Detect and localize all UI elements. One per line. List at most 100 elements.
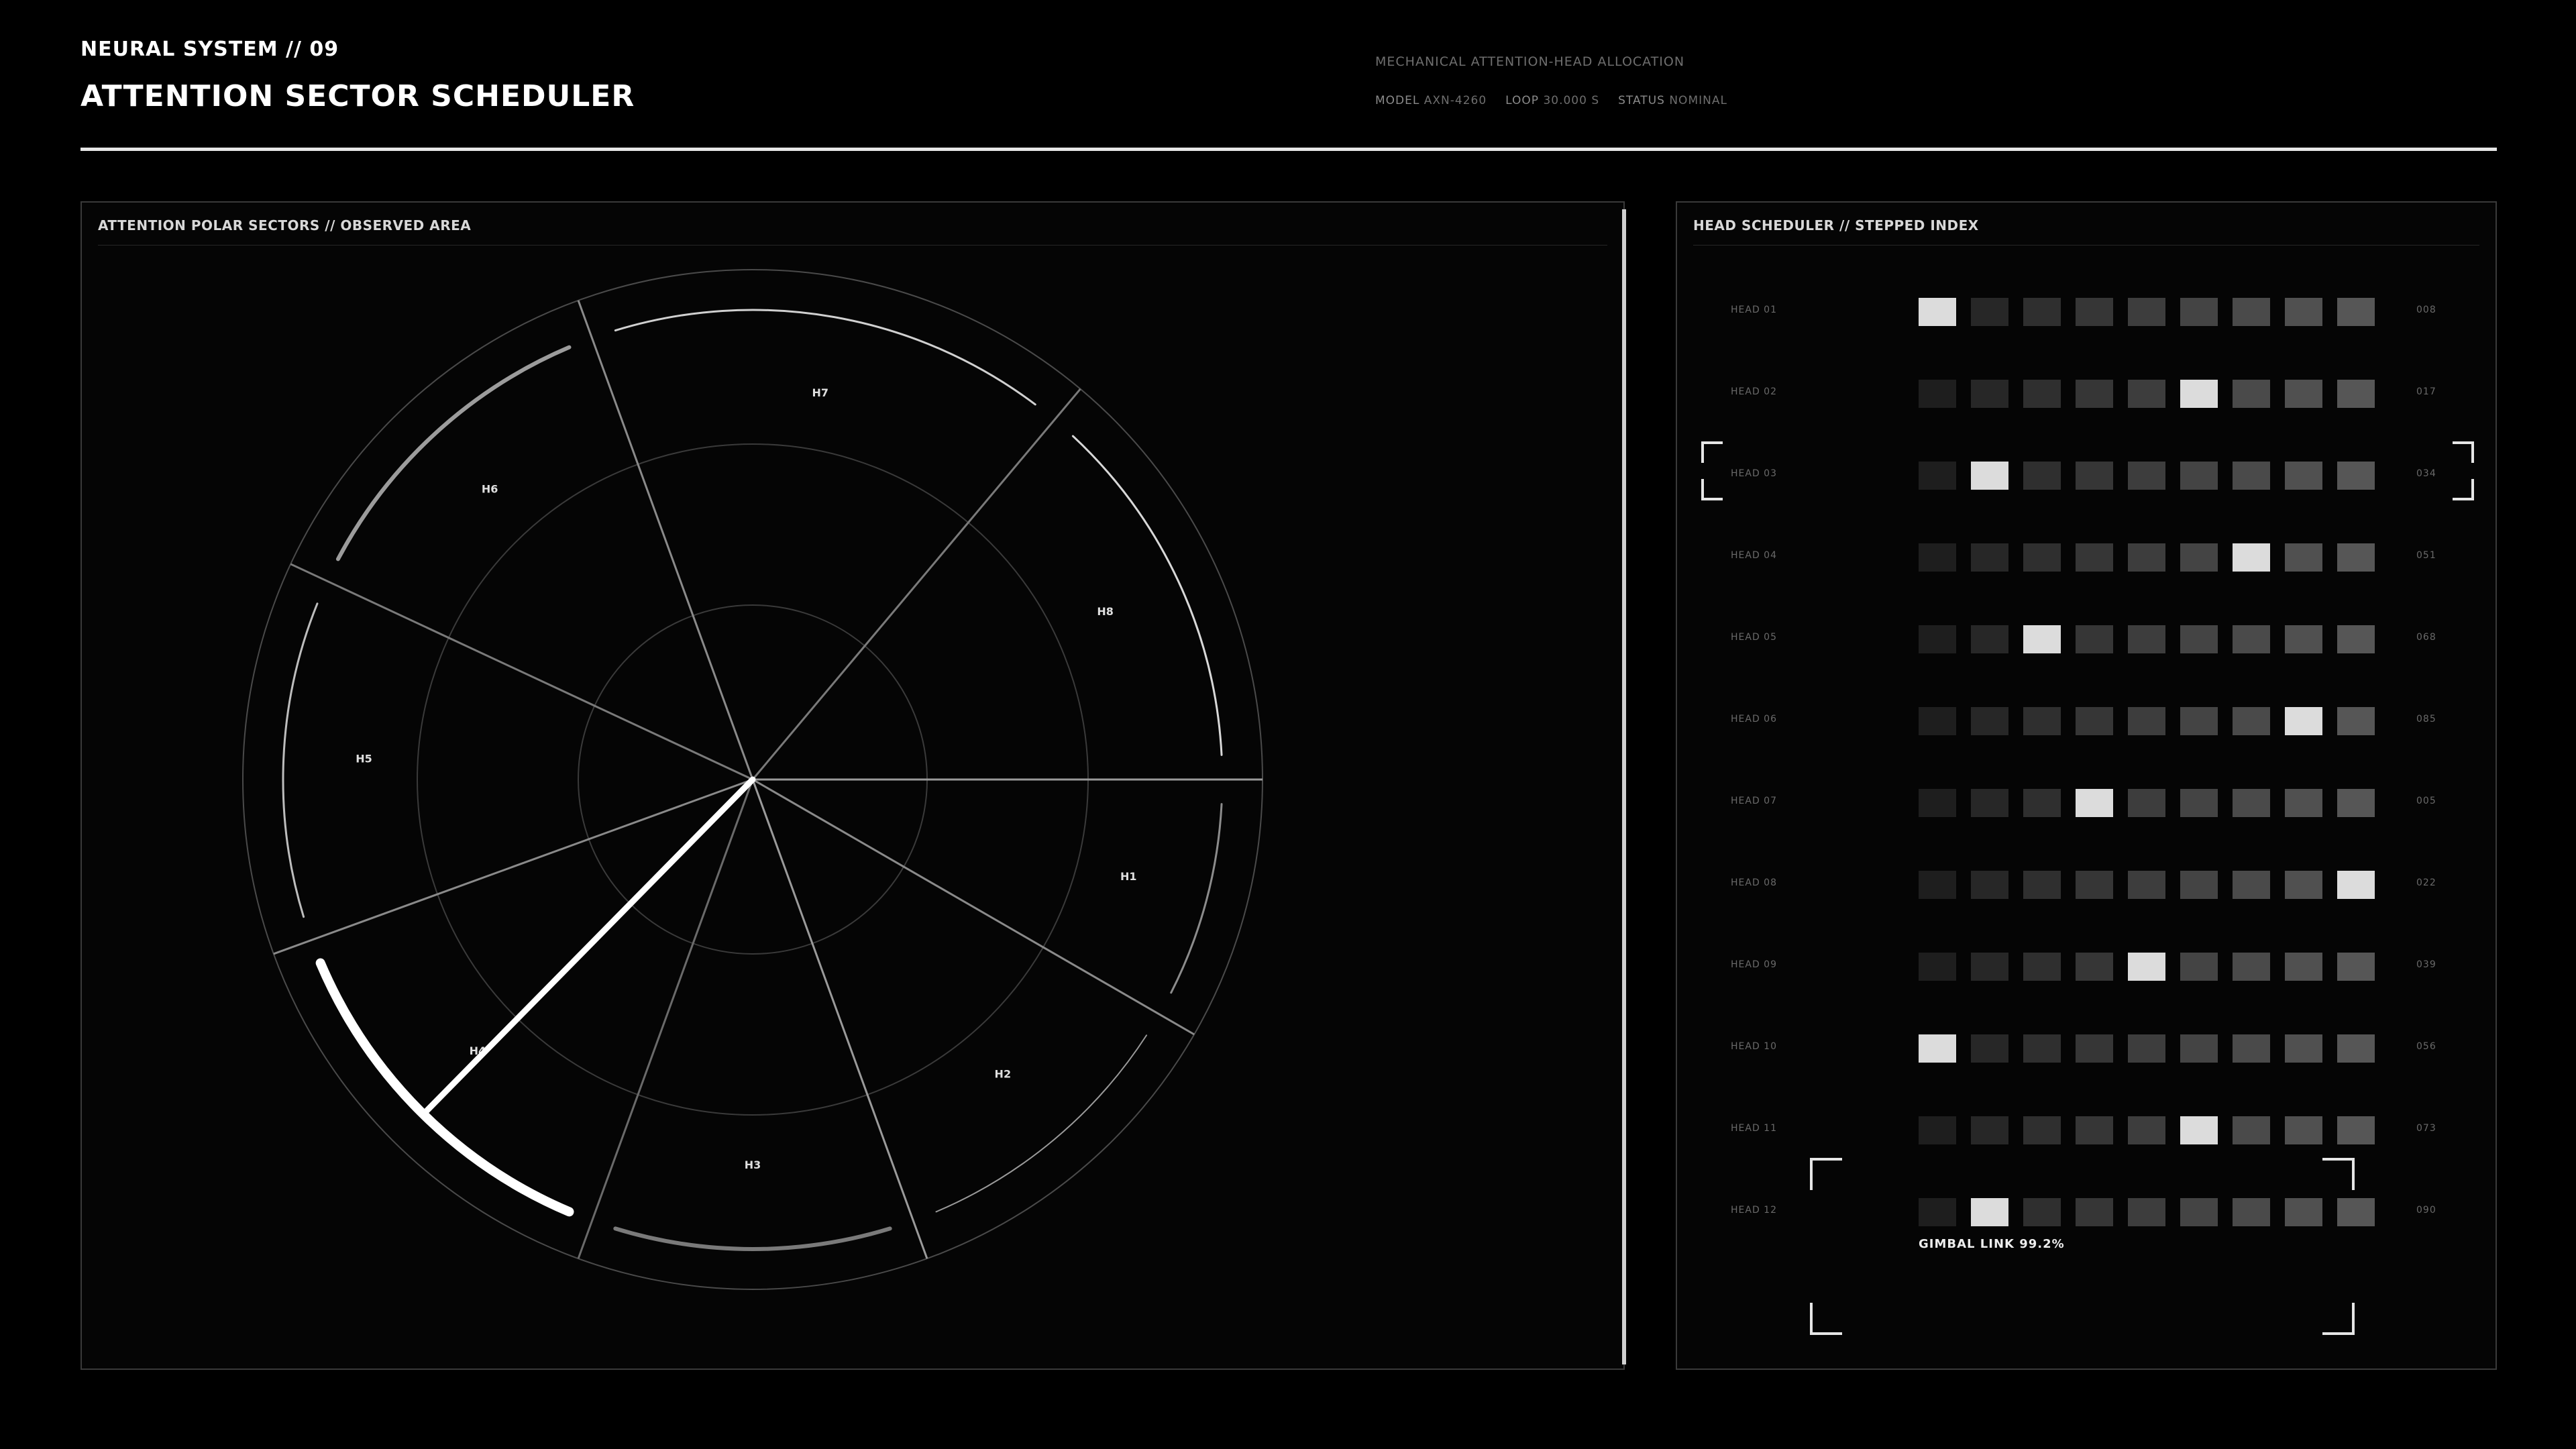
step-cell[interactable] (2128, 1116, 2165, 1144)
head-row[interactable]: HEAD 12 090 (1677, 1191, 2498, 1232)
step-cell-active[interactable] (1971, 1198, 2008, 1226)
step-cell[interactable] (1919, 462, 1956, 490)
step-cell[interactable] (2233, 871, 2270, 899)
step-cell[interactable] (2180, 871, 2218, 899)
step-cell[interactable] (2285, 1034, 2322, 1063)
step-cell[interactable] (2285, 543, 2322, 572)
step-cell[interactable] (1919, 1116, 1956, 1144)
step-cell[interactable] (1919, 1198, 1956, 1226)
step-cell[interactable] (2180, 953, 2218, 981)
step-cell-active[interactable] (1971, 462, 2008, 490)
step-cell[interactable] (2023, 298, 2061, 326)
step-cell[interactable] (2337, 1034, 2375, 1063)
head-row[interactable]: HEAD 04 051 (1677, 537, 2498, 577)
step-cell[interactable] (2023, 953, 2061, 981)
step-cell-active[interactable] (1919, 1034, 1956, 1063)
step-cell[interactable] (2023, 789, 2061, 817)
step-cell[interactable] (2233, 380, 2270, 408)
step-cell[interactable] (1919, 871, 1956, 899)
step-cell[interactable] (2233, 789, 2270, 817)
step-cell-active[interactable] (2285, 707, 2322, 735)
step-cell-active[interactable] (2023, 625, 2061, 653)
step-cell[interactable] (1971, 1034, 2008, 1063)
step-cell[interactable] (2128, 625, 2165, 653)
step-cell[interactable] (2337, 298, 2375, 326)
step-cell[interactable] (2233, 1116, 2270, 1144)
step-cell[interactable] (2285, 1198, 2322, 1226)
step-cell[interactable] (2285, 298, 2322, 326)
step-cell[interactable] (2337, 789, 2375, 817)
step-cell[interactable] (2076, 543, 2113, 572)
step-cell[interactable] (2128, 380, 2165, 408)
step-cell[interactable] (2285, 953, 2322, 981)
step-cell[interactable] (2076, 871, 2113, 899)
step-cell[interactable] (2233, 707, 2270, 735)
step-cell[interactable] (2180, 707, 2218, 735)
step-cell[interactable] (2076, 1034, 2113, 1063)
step-cell[interactable] (2285, 871, 2322, 899)
step-cell[interactable] (2076, 462, 2113, 490)
step-cell[interactable] (2023, 380, 2061, 408)
step-cell[interactable] (1919, 543, 1956, 572)
step-cell[interactable] (2076, 953, 2113, 981)
step-cell[interactable] (2337, 625, 2375, 653)
step-cell[interactable] (2076, 707, 2113, 735)
step-cell[interactable] (2023, 1116, 2061, 1144)
step-cell[interactable] (2233, 1198, 2270, 1226)
step-cell[interactable] (1971, 707, 2008, 735)
step-cell[interactable] (2128, 707, 2165, 735)
step-cell[interactable] (2337, 1116, 2375, 1144)
step-cell[interactable] (2337, 543, 2375, 572)
step-cell[interactable] (2337, 953, 2375, 981)
step-cell[interactable] (1971, 871, 2008, 899)
step-cell[interactable] (2233, 625, 2270, 653)
step-cell-active[interactable] (2337, 871, 2375, 899)
step-cell[interactable] (2180, 1034, 2218, 1063)
step-cell[interactable] (2337, 707, 2375, 735)
head-row[interactable]: HEAD 02 017 (1677, 373, 2498, 413)
head-row[interactable]: HEAD 10 056 (1677, 1028, 2498, 1068)
step-cell[interactable] (2180, 789, 2218, 817)
step-cell[interactable] (2337, 462, 2375, 490)
step-cell[interactable] (2180, 625, 2218, 653)
head-row[interactable]: HEAD 07 005 (1677, 782, 2498, 822)
step-cell[interactable] (1971, 625, 2008, 653)
step-cell[interactable] (1971, 1116, 2008, 1144)
step-cell[interactable] (2180, 298, 2218, 326)
step-cell[interactable] (2128, 871, 2165, 899)
step-cell[interactable] (2285, 462, 2322, 490)
step-cell-active[interactable] (2180, 380, 2218, 408)
step-cell[interactable] (2337, 1198, 2375, 1226)
step-cell[interactable] (2023, 1034, 2061, 1063)
step-cell[interactable] (2076, 1116, 2113, 1144)
step-cell-active[interactable] (2076, 789, 2113, 817)
step-cell[interactable] (2285, 625, 2322, 653)
head-row[interactable]: HEAD 01 008 (1677, 291, 2498, 331)
step-cell-active[interactable] (2128, 953, 2165, 981)
head-row[interactable]: HEAD 09 039 (1677, 946, 2498, 986)
step-cell[interactable] (2233, 298, 2270, 326)
step-cell[interactable] (2233, 1034, 2270, 1063)
head-row[interactable]: HEAD 03 034 (1677, 455, 2498, 495)
step-cell[interactable] (2076, 1198, 2113, 1226)
step-cell[interactable] (1971, 298, 2008, 326)
step-cell-active[interactable] (2180, 1116, 2218, 1144)
step-cell[interactable] (2180, 543, 2218, 572)
step-cell[interactable] (2337, 380, 2375, 408)
step-cell[interactable] (2233, 953, 2270, 981)
step-cell[interactable] (1971, 380, 2008, 408)
step-cell[interactable] (2023, 707, 2061, 735)
step-cell[interactable] (2128, 543, 2165, 572)
step-cell[interactable] (2128, 462, 2165, 490)
step-cell[interactable] (1971, 953, 2008, 981)
step-cell[interactable] (2076, 625, 2113, 653)
step-cell[interactable] (2128, 1034, 2165, 1063)
step-cell[interactable] (2233, 462, 2270, 490)
step-cell[interactable] (2076, 298, 2113, 326)
step-cell[interactable] (1919, 625, 1956, 653)
head-row[interactable]: HEAD 11 073 (1677, 1110, 2498, 1150)
step-cell[interactable] (2285, 380, 2322, 408)
step-cell[interactable] (1971, 543, 2008, 572)
step-cell[interactable] (1971, 789, 2008, 817)
step-cell[interactable] (2128, 298, 2165, 326)
